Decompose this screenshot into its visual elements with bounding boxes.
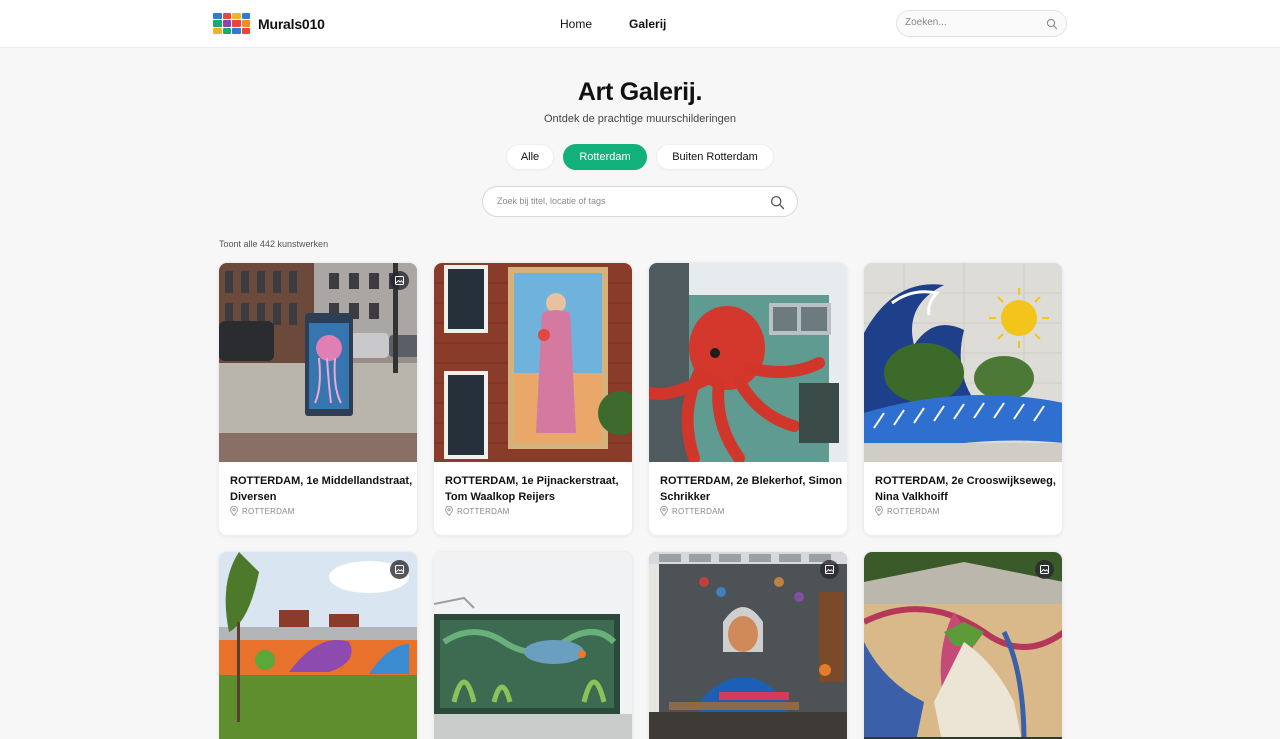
artwork-image[interactable]	[649, 263, 847, 462]
artwork-card[interactable]	[648, 551, 848, 739]
search-icon[interactable]	[1046, 18, 1058, 30]
page-subtitle: Ontdek de prachtige muurschilderingen	[543, 113, 736, 125]
header-search	[896, 10, 1067, 37]
nav-home[interactable]: Home	[560, 17, 592, 31]
location-pin-icon	[230, 506, 238, 516]
gallery-search-input[interactable]	[497, 196, 757, 206]
artwork-title: ROTTERDAM, 2e Crooswijkseweg, Nina Valkh…	[875, 475, 1056, 503]
logo-icon	[213, 13, 250, 34]
artwork-location-text: ROTTERDAM	[887, 506, 940, 516]
artwork-card[interactable]: ROTTERDAM, 2e Crooswijkseweg, Nina Valkh…	[863, 262, 1063, 536]
artwork-location-text: ROTTERDAM	[672, 506, 725, 516]
gallery-icon	[395, 276, 404, 285]
location-pin-icon	[660, 506, 668, 516]
search-icon[interactable]	[770, 195, 785, 210]
header-search-input[interactable]	[905, 17, 1043, 28]
artwork-card[interactable]: ROTTERDAM, 1e Pijnackerstraat, Tom Waalk…	[433, 262, 633, 536]
artwork-location: ROTTERDAM	[445, 506, 509, 516]
gallery-badge	[390, 271, 409, 290]
filter-rotterdam[interactable]: Rotterdam	[563, 144, 647, 170]
artwork-image[interactable]	[649, 552, 847, 739]
artwork-location: ROTTERDAM	[660, 506, 724, 516]
artwork-location: ROTTERDAM	[875, 506, 939, 516]
artwork-title: ROTTERDAM, 2e Blekerhof, Simon Schrikker	[660, 475, 843, 503]
gallery-icon	[1040, 565, 1049, 574]
location-pin-icon	[445, 506, 453, 516]
artwork-title: ROTTERDAM, 1e Pijnackerstraat, Tom Waalk…	[445, 475, 619, 503]
gallery-search	[482, 186, 798, 217]
artwork-image[interactable]	[219, 263, 417, 462]
result-count: Toont alle 442 kunstwerken	[219, 239, 329, 249]
artwork-location-text: ROTTERDAM	[457, 506, 510, 516]
artwork-image[interactable]	[434, 552, 632, 739]
artwork-card[interactable]	[433, 551, 633, 739]
artwork-card[interactable]	[863, 551, 1063, 739]
site-header: Murals010 Home Galerij	[0, 0, 1280, 48]
artwork-image[interactable]	[864, 263, 1062, 462]
artwork-card[interactable]: ROTTERDAM, 2e Blekerhof, Simon Schrikker…	[648, 262, 848, 536]
filter-tabs: Alle Rotterdam Buiten Rotterdam	[0, 144, 1280, 170]
artwork-title: ROTTERDAM, 1e Middellandstraat, Diversen	[230, 475, 413, 503]
nav-galerij[interactable]: Galerij	[629, 17, 666, 31]
main-nav: Home Galerij	[560, 17, 666, 31]
filter-buiten-rotterdam[interactable]: Buiten Rotterdam	[656, 144, 774, 170]
artwork-image[interactable]	[864, 552, 1062, 739]
gallery-badge	[390, 560, 409, 579]
gallery-badge	[820, 560, 839, 579]
artwork-location-text: ROTTERDAM	[242, 506, 295, 516]
artwork-card[interactable]: ROTTERDAM, 1e Middellandstraat, Diversen…	[218, 262, 418, 536]
filter-alle[interactable]: Alle	[506, 144, 554, 170]
logo-text: Murals010	[258, 15, 325, 32]
page-title: Art Galerij.	[577, 78, 703, 106]
artwork-image[interactable]	[434, 263, 632, 462]
gallery-badge	[1035, 560, 1054, 579]
gallery-icon	[395, 565, 404, 574]
artwork-image[interactable]	[219, 552, 417, 739]
gallery-icon	[825, 565, 834, 574]
location-pin-icon	[875, 506, 883, 516]
artwork-card[interactable]	[218, 551, 418, 739]
artwork-location: ROTTERDAM	[230, 506, 294, 516]
logo[interactable]: Murals010	[213, 13, 325, 34]
